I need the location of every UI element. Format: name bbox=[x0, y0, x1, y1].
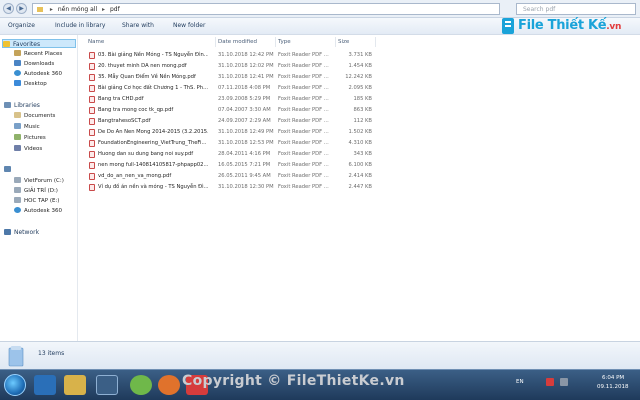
music-icon bbox=[14, 123, 21, 129]
file-row[interactable]: 03. Bài giảng Nền Móng - TS Nguyễn Đìn..… bbox=[86, 50, 386, 60]
start-orb-icon[interactable] bbox=[4, 374, 26, 396]
folder-icon bbox=[8, 346, 24, 367]
file-row[interactable]: 35. Mẫy Quan Điểm Về Nền Móng.pdf 31.10.2… bbox=[86, 72, 386, 82]
pdf-file-icon bbox=[89, 63, 95, 70]
computer-icon bbox=[4, 166, 11, 172]
clock-date[interactable]: 09.11.2018 bbox=[597, 384, 629, 390]
nav-libraries[interactable]: Libraries bbox=[4, 101, 40, 110]
include-in-library-button[interactable]: Include in library bbox=[55, 22, 105, 29]
logo-icon bbox=[502, 18, 514, 34]
libraries-icon bbox=[4, 102, 11, 108]
details-pane: 13 items bbox=[0, 341, 640, 369]
column-date-modified[interactable]: Date modified bbox=[216, 37, 276, 47]
breadcrumb-separator: ▸ bbox=[49, 6, 53, 13]
star-icon bbox=[3, 41, 10, 47]
pdf-file-icon bbox=[89, 74, 95, 81]
downloads-icon bbox=[14, 60, 21, 66]
breadcrumb-item[interactable]: nền móng all bbox=[58, 6, 97, 13]
firefox-icon[interactable] bbox=[158, 375, 180, 395]
file-row[interactable]: 20. thuyet minh DA nen mong.pdf 31.10.201… bbox=[86, 61, 386, 71]
app-icon[interactable] bbox=[130, 375, 152, 395]
nav-computer[interactable] bbox=[4, 165, 14, 174]
new-folder-button[interactable]: New folder bbox=[173, 22, 205, 29]
pdf-file-icon bbox=[89, 151, 95, 158]
nav-documents[interactable]: Documents bbox=[14, 112, 55, 121]
pdf-file-icon bbox=[89, 173, 95, 180]
nav-pictures[interactable]: Pictures bbox=[14, 134, 46, 143]
file-row[interactable]: Bang tra CHD.pdf 23.09.2008 5:29 PM Foxit … bbox=[86, 94, 386, 104]
file-row[interactable]: nen mong full-140814105817-phpapp02.... 1… bbox=[86, 160, 386, 170]
nav-music[interactable]: Music bbox=[14, 123, 40, 132]
autodesk-icon bbox=[14, 207, 21, 213]
file-row[interactable]: BangtrahesoSCT.pdf 24.09.2007 2:29 AM Foxi… bbox=[86, 116, 386, 126]
recent-places-icon bbox=[14, 50, 21, 56]
nav-drive-c[interactable]: VietForum (C:) bbox=[14, 177, 64, 186]
pictures-icon bbox=[14, 134, 21, 140]
internet-explorer-icon[interactable] bbox=[34, 375, 56, 395]
nav-drive-e[interactable]: HOC TAP (E:) bbox=[14, 197, 59, 206]
pdf-file-icon bbox=[89, 184, 95, 191]
nav-desktop[interactable]: Desktop bbox=[14, 80, 47, 89]
pdf-file-icon bbox=[89, 107, 95, 114]
address-field[interactable]: ▸ nền móng all ▸ pdf bbox=[32, 3, 500, 15]
nav-downloads[interactable]: Downloads bbox=[14, 60, 54, 69]
pdf-file-icon bbox=[89, 96, 95, 103]
file-row[interactable]: De Do An Nen Mong 2014-2015 (3.2.2015...… bbox=[86, 127, 386, 137]
documents-icon bbox=[14, 112, 21, 118]
nav-autodesk-360-drive[interactable]: Autodesk 360 bbox=[14, 207, 62, 216]
tray-volume-icon[interactable] bbox=[560, 378, 568, 386]
search-input[interactable]: Search pdf bbox=[516, 3, 636, 15]
file-row[interactable]: FoundationEngineering_VietTrung_TheFi...… bbox=[86, 138, 386, 148]
file-row[interactable]: Bài giảng Cơ học đất Chương 1 - ThS. Ph.… bbox=[86, 83, 386, 93]
language-indicator[interactable]: EN bbox=[516, 379, 524, 385]
drive-icon bbox=[14, 177, 21, 183]
share-with-button[interactable]: Share with bbox=[122, 22, 154, 29]
pdf-file-icon bbox=[89, 85, 95, 92]
column-type[interactable]: Type bbox=[276, 37, 336, 47]
tray-app-icon[interactable] bbox=[546, 378, 554, 386]
file-row[interactable]: vd_do_an_nen_va_mong.pdf 26.05.2011 9:45 … bbox=[86, 171, 386, 181]
column-name[interactable]: Name bbox=[86, 37, 216, 47]
watermark-brand: File Thiết Kế.vn bbox=[518, 18, 622, 33]
videos-icon bbox=[14, 145, 21, 151]
desktop-icon bbox=[14, 80, 21, 86]
file-row[interactable]: Bang tra mong coc tk_qp.pdf 07.04.2007 3:… bbox=[86, 105, 386, 115]
autodesk-icon bbox=[14, 70, 21, 76]
drive-icon bbox=[14, 187, 21, 193]
pdf-file-icon bbox=[89, 140, 95, 147]
folder-icon bbox=[37, 7, 43, 12]
network-icon bbox=[4, 229, 11, 235]
breadcrumb-separator: ▸ bbox=[102, 6, 106, 13]
back-arrow-icon[interactable]: ◀ bbox=[3, 3, 14, 14]
app-icon[interactable] bbox=[96, 375, 118, 395]
nav-network[interactable]: Network bbox=[4, 228, 39, 237]
pdf-file-icon bbox=[89, 162, 95, 169]
forward-arrow-icon[interactable]: ▶ bbox=[16, 3, 27, 14]
pdf-file-icon bbox=[89, 129, 95, 136]
file-row[interactable]: Ví dụ đồ án nền và móng - TS Nguyễn Đì..… bbox=[86, 182, 386, 192]
nav-autodesk-360[interactable]: Autodesk 360 bbox=[14, 70, 62, 79]
clock-time[interactable]: 6:04 PM bbox=[602, 375, 624, 381]
organize-button[interactable]: Organize bbox=[8, 22, 35, 29]
column-size[interactable]: Size bbox=[336, 37, 376, 47]
pdf-file-icon bbox=[89, 118, 95, 125]
pdf-file-icon bbox=[89, 52, 95, 59]
navigation-pane: Favorites Recent Places Downloads Autode… bbox=[0, 35, 78, 341]
taskbar: Copyright © FileThietKe.vn EN 6:04 PM 09… bbox=[0, 369, 640, 400]
file-row[interactable]: Huong dan su dung bang noi suy.pdf 28.04.… bbox=[86, 149, 386, 159]
app-icon[interactable] bbox=[64, 375, 86, 395]
item-count: 13 items bbox=[38, 350, 65, 357]
nav-videos[interactable]: Videos bbox=[14, 145, 42, 154]
nav-drive-d[interactable]: GIẢI TRÍ (D:) bbox=[14, 187, 58, 196]
nav-recent-places[interactable]: Recent Places bbox=[14, 50, 62, 59]
breadcrumb-item[interactable]: pdf bbox=[110, 6, 120, 13]
copyright-watermark: Copyright © FileThietKe.vn bbox=[182, 373, 405, 389]
nav-favorites[interactable]: Favorites bbox=[2, 39, 76, 48]
drive-icon bbox=[14, 197, 21, 203]
watermark-logo: File Thiết Kế.vn bbox=[500, 16, 640, 38]
column-header: Name Date modified Type Size bbox=[86, 36, 386, 47]
